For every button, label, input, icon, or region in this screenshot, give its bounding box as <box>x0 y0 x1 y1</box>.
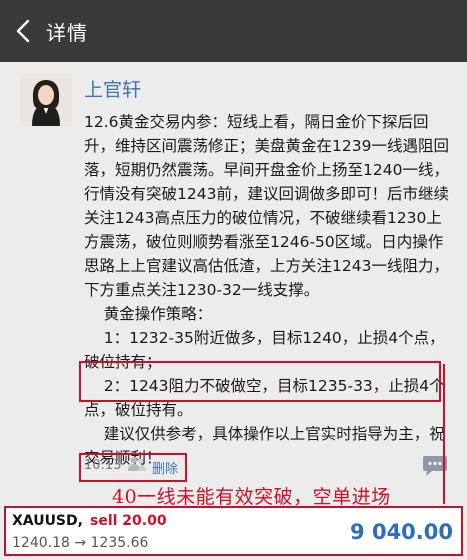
trade-card[interactable]: XAUUSD, sell 20.00 1240.18 → 1235.66 9 0… <box>4 506 463 556</box>
trade-symbol: XAUUSD, <box>12 513 83 529</box>
trade-prices: 1240.18 → 1235.66 <box>12 535 149 551</box>
trade-action: sell 20.00 <box>90 513 167 529</box>
comment-icon[interactable] <box>420 454 450 478</box>
post-card: 上官轩 12.6黄金交易内参：短线上看，隔日金价下探后回升，维持区间震荡修正；美… <box>0 62 467 498</box>
author-name[interactable]: 上官轩 <box>84 75 141 102</box>
post-content: 12.6黄金交易内参：短线上看，隔日金价下探后回升，维持区间震荡修正；美盘黄金在… <box>84 113 449 467</box>
people-icon <box>128 456 146 471</box>
connector-line <box>443 364 445 504</box>
trade-profit: 9 040.00 <box>350 520 453 544</box>
highlight-box-strategy <box>79 361 441 402</box>
delete-link[interactable]: 删除 <box>152 458 178 477</box>
back-arrow-icon[interactable] <box>0 0 46 62</box>
header-bar: 详情 <box>0 0 467 62</box>
annotation-text: 40一线未能有效突破，空单进场 <box>112 486 391 508</box>
avatar[interactable] <box>20 74 72 126</box>
page-title: 详情 <box>46 20 88 45</box>
post-time: 10:13 <box>84 458 122 473</box>
